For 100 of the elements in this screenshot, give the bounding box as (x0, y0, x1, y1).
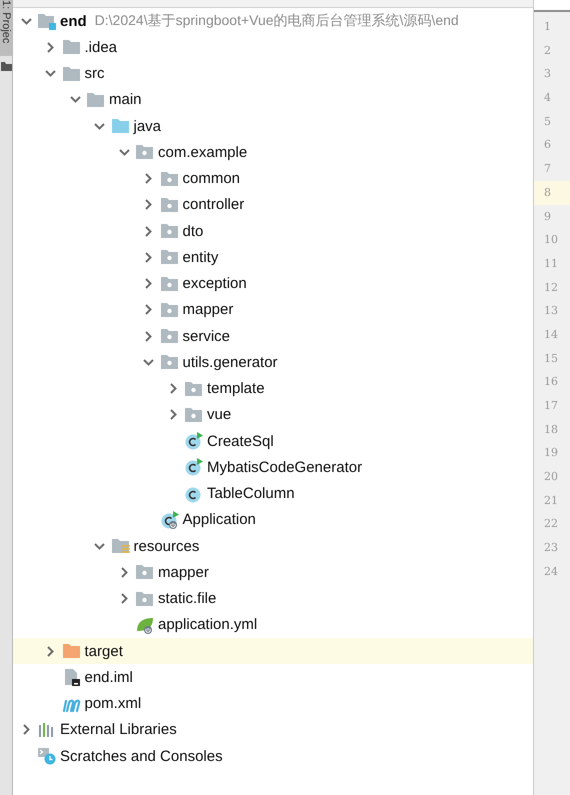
tree-item[interactable]: controller (13, 192, 533, 218)
chevron-right-icon[interactable] (143, 173, 154, 184)
item-label: end.iml (84, 668, 133, 686)
package-folder-icon (135, 590, 155, 608)
tree-item[interactable]: java (13, 113, 533, 140)
chevron-down-icon[interactable] (45, 68, 56, 80)
line-number: 21 (543, 492, 559, 509)
line-number: 8 (534, 180, 570, 204)
item-label: src (84, 65, 104, 82)
line-number: 22 (543, 516, 559, 532)
line-number: 23 (543, 540, 559, 556)
tree-item[interactable]: end.iml (13, 664, 533, 690)
tree-item[interactable]: application.yml (13, 612, 533, 638)
tree-item[interactable]: end D:\2024\基于springboot+Vue的电商后台管理系统\源码\end (13, 8, 533, 34)
item-label: mapper (158, 564, 209, 581)
line-number: 12 (543, 280, 559, 296)
project-tab[interactable]: 1: Projec (0, 0, 12, 56)
tree-item[interactable]: main (13, 86, 533, 113)
item-label: MybatisCodeGenerator (207, 458, 362, 476)
resources-folder-icon (110, 537, 130, 556)
tree-item[interactable]: CreateSql (13, 428, 533, 454)
package-folder-icon (160, 248, 180, 266)
package-folder-icon (160, 300, 180, 319)
tree-item[interactable]: pom.xml (13, 690, 533, 717)
tree-item[interactable]: vue (13, 402, 533, 428)
chevron-right-icon[interactable] (143, 199, 154, 210)
tree-item[interactable]: dto (13, 218, 533, 244)
package-folder-icon (160, 222, 180, 240)
tree-item[interactable]: External Libraries (13, 716, 533, 743)
item-label: .idea (84, 38, 118, 56)
line-number: 10 (543, 232, 559, 248)
tree-item[interactable]: utils.generator (13, 349, 533, 376)
item-label: com.example (158, 144, 248, 161)
tree-item[interactable]: Scratches and Consoles (13, 743, 533, 770)
package-folder-icon (160, 327, 180, 346)
chevron-down-icon[interactable] (118, 146, 130, 158)
line-number: 17 (543, 398, 559, 414)
chevron-right-icon[interactable] (143, 278, 154, 290)
tree-item[interactable]: static.file (13, 586, 533, 612)
item-label: dto (182, 222, 204, 240)
chevron-down-icon[interactable] (70, 94, 80, 106)
chevron-right-icon[interactable] (45, 646, 56, 657)
item-label: exception (182, 275, 247, 292)
chevron-right-icon[interactable] (45, 42, 56, 53)
tree-item[interactable]: src (13, 60, 533, 87)
item-label: java (134, 118, 162, 135)
item-label: CreateSql (207, 432, 274, 450)
chevron-down-icon[interactable] (143, 356, 154, 368)
item-label: main (109, 91, 142, 108)
chevron-right-icon[interactable] (143, 330, 154, 342)
tree-item[interactable]: template (13, 376, 533, 402)
folder-icon (62, 642, 82, 660)
folder-icon (110, 117, 130, 136)
line-number: 16 (543, 374, 559, 390)
tree-item[interactable]: MybatisCodeGenerator (13, 454, 533, 480)
chevron-right-icon[interactable] (118, 593, 130, 604)
line-number: 20 (543, 469, 559, 486)
chevron-right-icon[interactable] (168, 383, 178, 394)
tree-item[interactable]: com.example (13, 139, 533, 166)
chevron-right-icon[interactable] (143, 304, 154, 316)
chevron-down-icon[interactable] (20, 16, 32, 27)
tree-item[interactable]: entity (13, 244, 533, 270)
folder-icon (86, 90, 106, 109)
runnable-class-icon (184, 458, 204, 476)
item-label: pom.xml (84, 695, 142, 712)
chevron-right-icon[interactable] (118, 566, 130, 578)
package-folder-icon (184, 406, 204, 424)
leaf-icon (135, 616, 155, 634)
chevron-down-icon[interactable] (94, 120, 105, 132)
tree-item[interactable]: service (13, 323, 533, 350)
tree-item[interactable]: common (13, 166, 533, 192)
tree-item[interactable]: mapper (13, 296, 533, 323)
tree-item[interactable]: .idea (13, 34, 533, 60)
line-number: 1 (543, 19, 552, 35)
runnable-class-icon (160, 510, 180, 529)
line-number: 4 (543, 90, 552, 106)
tree-item[interactable]: TableColumn (13, 480, 533, 507)
scratches-icon (37, 747, 57, 766)
tree-item[interactable]: Application (13, 506, 533, 533)
item-label: entity (182, 248, 218, 266)
package-folder-icon (135, 143, 155, 162)
tree-item[interactable]: resources (13, 533, 533, 560)
chevron-right-icon[interactable] (143, 226, 154, 237)
tree-item[interactable]: mapper (13, 559, 533, 586)
item-label: controller (182, 196, 244, 214)
tree-item[interactable]: exception (13, 270, 533, 297)
item-label: vue (207, 406, 232, 424)
item-label: Scratches and Consoles (60, 748, 223, 765)
package-folder-icon (160, 196, 180, 214)
chevron-right-icon[interactable] (143, 252, 154, 263)
tree-item[interactable]: target (13, 638, 533, 664)
chevron-right-icon[interactable] (20, 724, 32, 736)
chevron-down-icon[interactable] (94, 540, 105, 552)
line-number: 14 (543, 326, 559, 343)
item-label: resources (134, 538, 200, 555)
line-number: 3 (543, 66, 552, 82)
module-folder-icon (37, 12, 57, 30)
chevron-right-icon[interactable] (168, 409, 178, 420)
package-folder-icon (160, 353, 180, 372)
line-number: 2 (543, 42, 552, 59)
